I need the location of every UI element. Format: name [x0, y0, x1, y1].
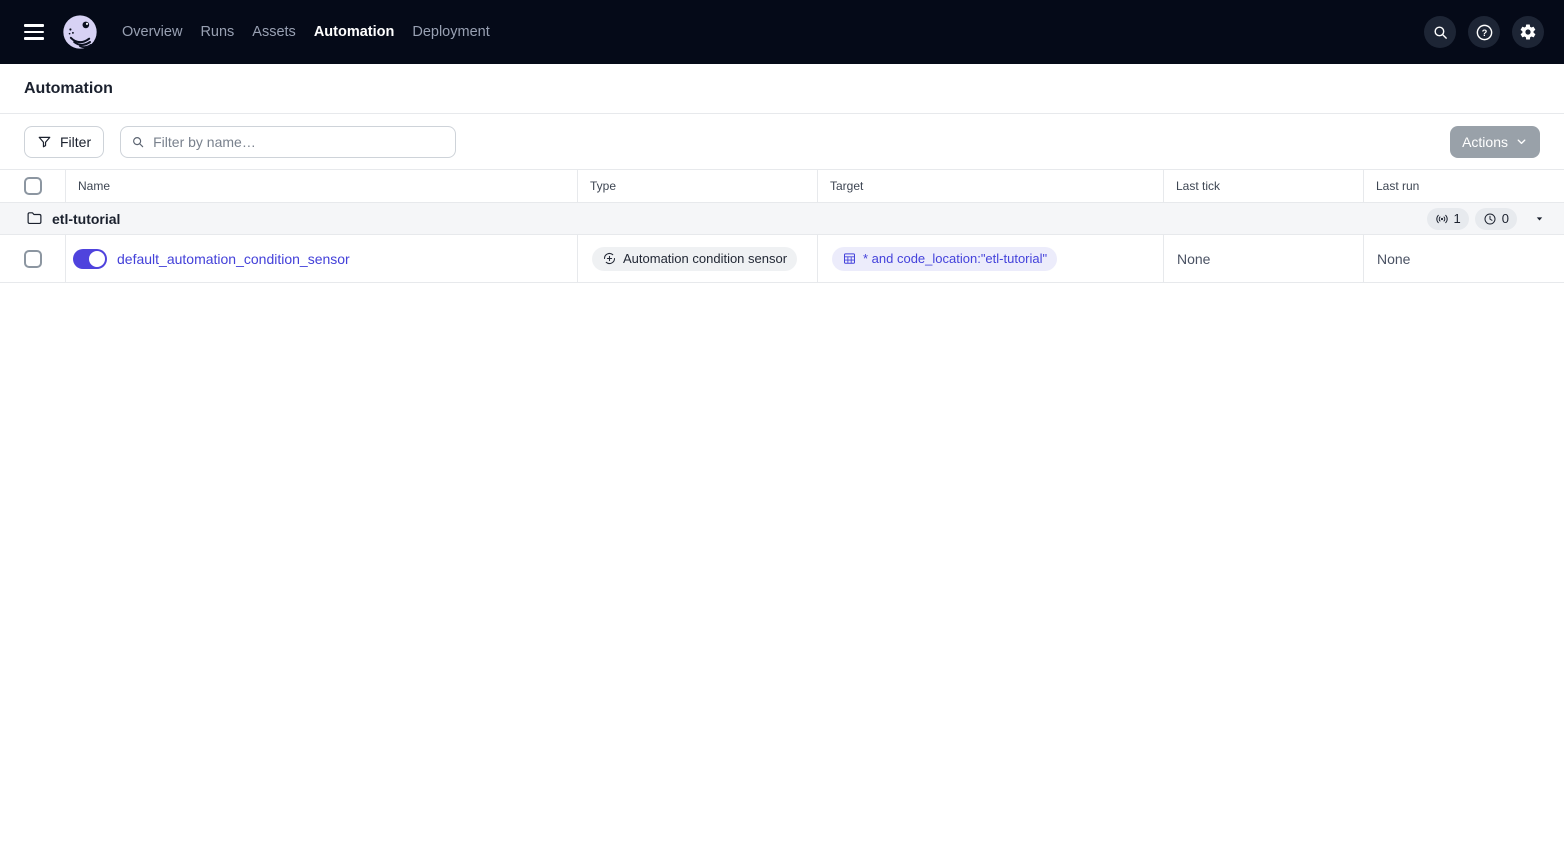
schedule-count: 0 — [1501, 211, 1509, 226]
search-icon — [1433, 25, 1447, 39]
clock-icon — [1484, 212, 1496, 225]
last-run-cell: None — [1377, 250, 1411, 267]
svg-text:?: ? — [1481, 27, 1487, 37]
page-title: Automation — [24, 79, 113, 97]
dagster-logo[interactable] — [60, 12, 100, 52]
select-all-checkbox[interactable] — [23, 177, 42, 195]
sensor-enabled-toggle[interactable] — [73, 248, 107, 269]
caret-down-icon — [1536, 217, 1543, 221]
column-header-last-tick: Last tick — [1164, 170, 1364, 202]
chevron-down-icon — [1517, 139, 1526, 145]
sensor-count: 1 — [1453, 211, 1461, 226]
main-nav: Overview Runs Assets Automation Deployme… — [122, 24, 490, 40]
actions-button-label: Actions — [1462, 133, 1508, 150]
help-icon: ? — [1476, 24, 1492, 40]
sensor-count-badge: 1 — [1426, 207, 1469, 230]
nav-deployment[interactable]: Deployment — [412, 24, 489, 40]
name-filter-box — [120, 125, 457, 158]
search-button[interactable] — [1424, 16, 1456, 48]
help-button[interactable]: ? — [1468, 16, 1500, 48]
type-badge: Automation condition sensor — [592, 246, 798, 271]
sensor-icon — [1435, 214, 1448, 223]
column-header-last-run: Last run — [1376, 179, 1420, 193]
filter-button-label: Filter — [60, 133, 92, 150]
toggle-knob — [88, 249, 106, 268]
row-checkbox[interactable] — [23, 249, 42, 268]
funnel-icon — [38, 136, 51, 148]
sensor-name-link[interactable]: default_automation_condition_sensor — [117, 251, 350, 267]
menu-icon[interactable] — [24, 24, 44, 40]
schedule-count-badge: 0 — [1474, 207, 1517, 230]
target-badge-label: * and code_location:"etl-tutorial" — [863, 251, 1048, 266]
group-name: etl-tutorial — [52, 210, 121, 227]
name-filter-input[interactable] — [153, 133, 446, 150]
app-header: Overview Runs Assets Automation Deployme… — [0, 0, 1564, 64]
asset-table-icon — [844, 253, 855, 264]
filter-button[interactable]: Filter — [24, 125, 105, 158]
actions-button[interactable]: Actions — [1450, 125, 1540, 158]
table-row: default_automation_condition_sensor Auto… — [0, 235, 1564, 283]
target-badge[interactable]: * and code_location:"etl-tutorial" — [832, 246, 1058, 271]
column-header-name: Name — [66, 170, 578, 202]
table-header-row: Name Type Target Last tick Last run — [0, 170, 1564, 203]
toolbar: Filter Actions — [0, 114, 1564, 170]
nav-runs[interactable]: Runs — [200, 24, 234, 40]
automation-condition-icon — [603, 252, 616, 265]
last-tick-cell: None — [1164, 235, 1364, 282]
group-collapse-caret[interactable] — [1533, 212, 1546, 225]
gear-icon — [1520, 24, 1536, 40]
code-location-group-row: etl-tutorial 1 0 — [0, 203, 1564, 235]
nav-overview[interactable]: Overview — [122, 24, 182, 40]
settings-button[interactable] — [1512, 16, 1544, 48]
page-title-bar: Automation — [0, 64, 1564, 114]
search-icon — [133, 136, 144, 147]
column-header-target: Target — [818, 170, 1164, 202]
type-badge-label: Automation condition sensor — [623, 251, 788, 266]
nav-assets[interactable]: Assets — [252, 24, 296, 40]
nav-automation[interactable]: Automation — [314, 24, 395, 40]
folder-icon — [27, 212, 42, 225]
column-header-type: Type — [578, 170, 818, 202]
